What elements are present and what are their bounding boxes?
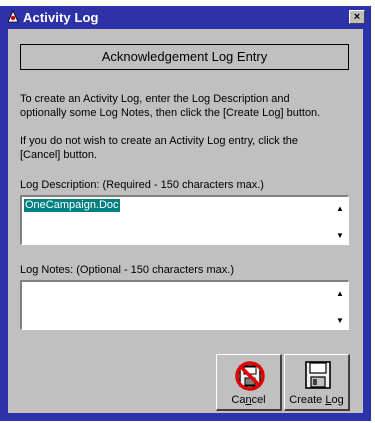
cancel-button[interactable]: Cancel	[216, 354, 282, 411]
instruction-line: If you do not wish to create an Activity…	[20, 135, 298, 147]
log-description-label: Log Description: (Required - 150 charact…	[20, 179, 264, 191]
log-notes-label: Log Notes: (Optional - 150 characters ma…	[20, 264, 234, 276]
activity-log-window: Activity Log × Acknowledgement Log Entry…	[0, 6, 371, 421]
instruction-line: optionally some Log Notes, then click th…	[20, 107, 321, 119]
app-icon	[6, 10, 20, 24]
scroll-up-icon[interactable]: ▲	[334, 288, 346, 300]
window-title: Activity Log	[23, 10, 99, 25]
log-description-field[interactable]: OneCampaign.Doc ▲ ▼	[20, 195, 349, 245]
floppy-disk-icon	[305, 361, 331, 389]
no-floppy-icon	[235, 361, 265, 391]
scroll-down-icon[interactable]: ▼	[334, 315, 346, 327]
title-bar[interactable]: Activity Log ×	[3, 8, 368, 27]
log-notes-field[interactable]: ▲ ▼	[20, 280, 349, 330]
instruction-line: [Cancel] button.	[20, 149, 98, 161]
scroll-up-icon[interactable]: ▲	[334, 203, 346, 215]
dialog-body: Acknowledgement Log Entry To create an A…	[8, 29, 363, 413]
instruction-line: To create an Activity Log, enter the Log…	[20, 93, 290, 105]
create-log-button[interactable]: Create Log	[284, 354, 350, 411]
log-description-value: OneCampaign.Doc	[24, 199, 120, 212]
create-log-button-label: Create Log	[289, 394, 344, 406]
entry-header: Acknowledgement Log Entry	[20, 44, 349, 70]
scroll-down-icon[interactable]: ▼	[334, 230, 346, 242]
cancel-button-label: Cancel	[231, 394, 266, 406]
close-button[interactable]: ×	[349, 10, 365, 24]
close-icon: ×	[353, 11, 361, 23]
